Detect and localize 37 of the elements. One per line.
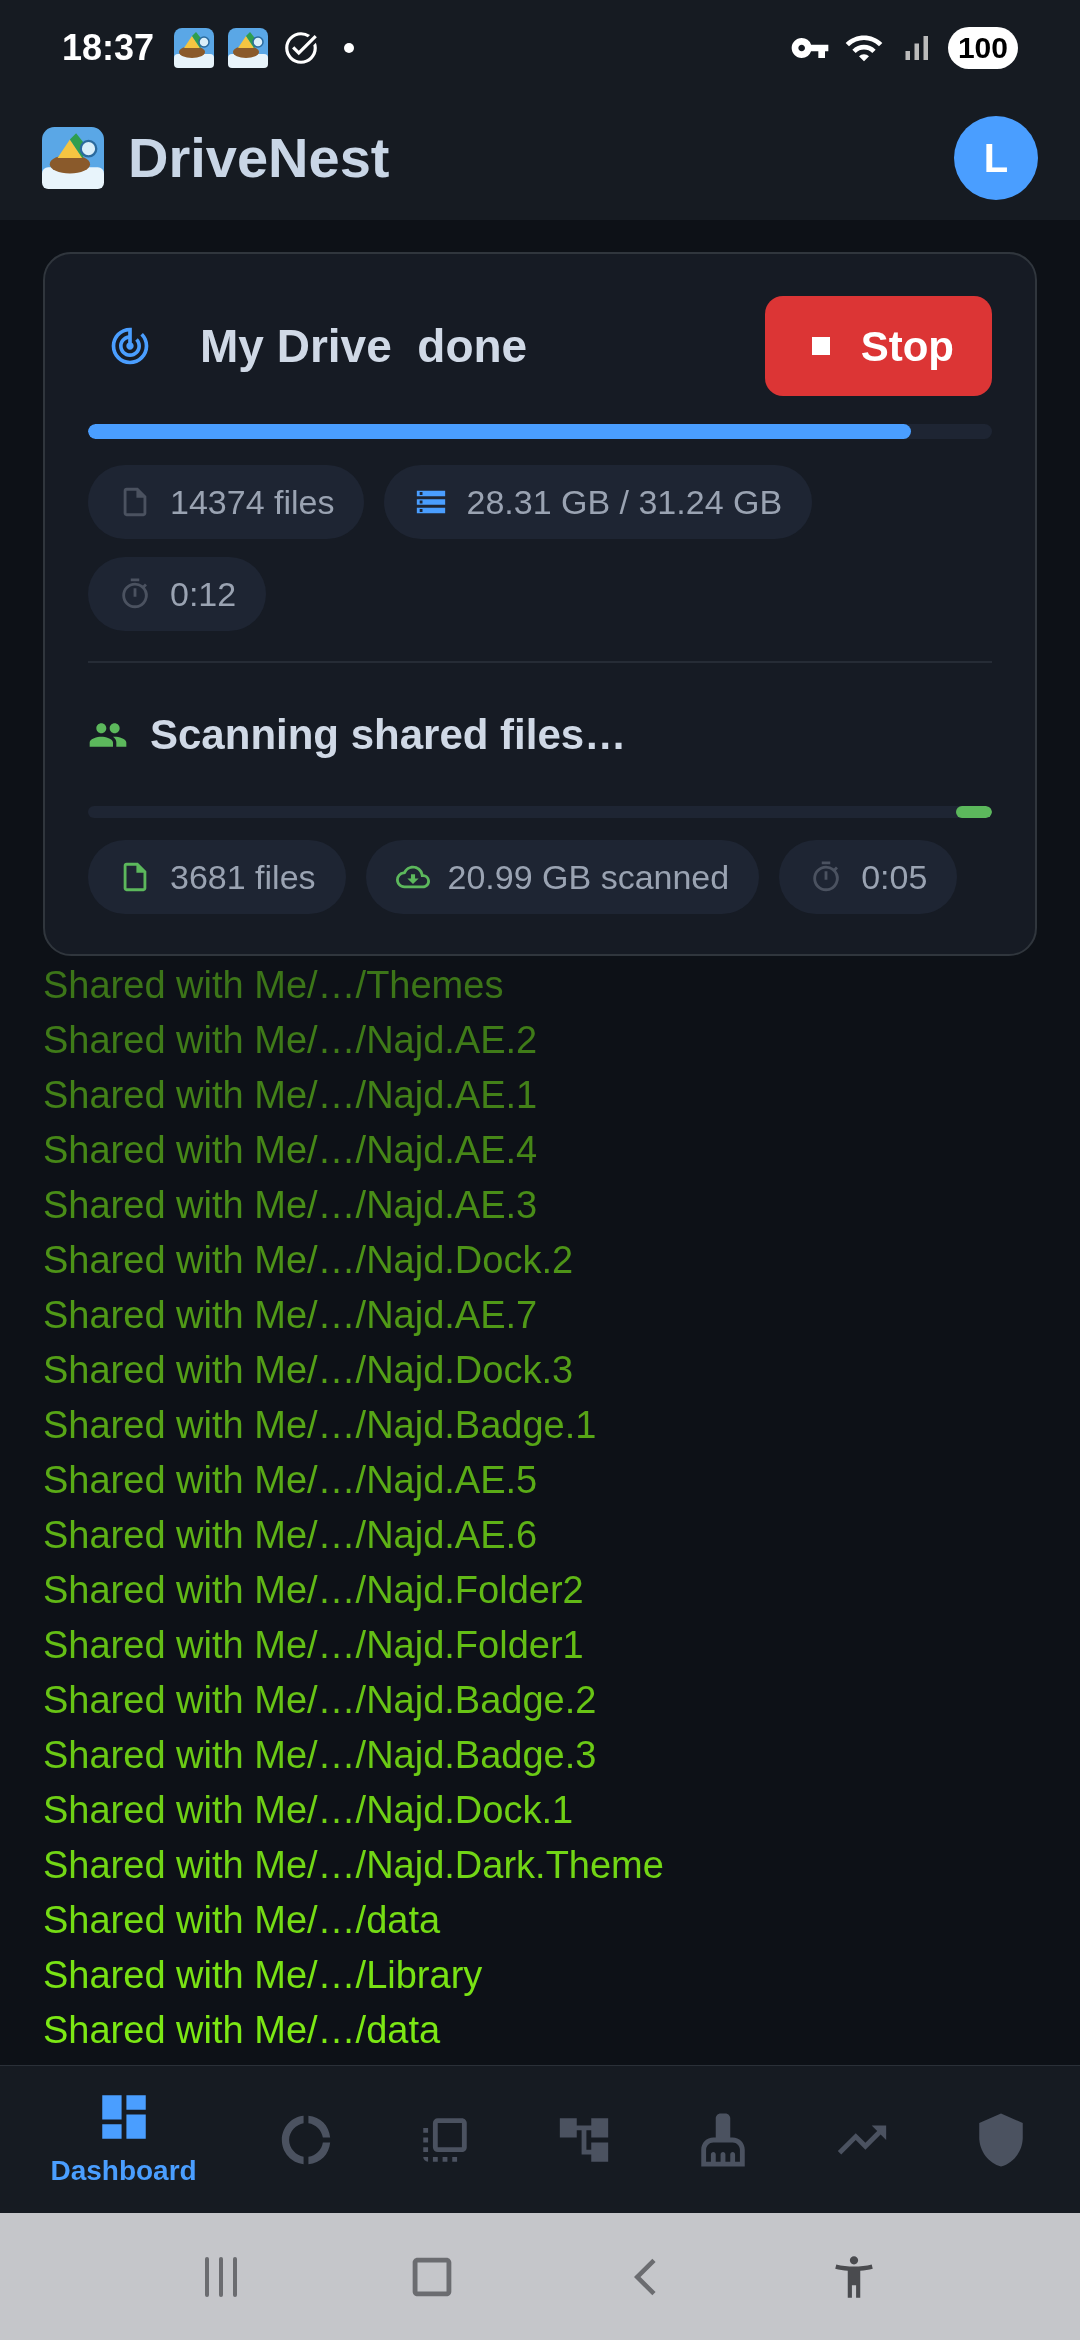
log-line: Shared with Me/…/Najd.AE.1 [43, 1073, 539, 1118]
log-line: Shared with Me/…/Najd.AE.5 [43, 1458, 539, 1503]
log-line: Shared with Me/…/Najd.Dock.2 [43, 1238, 575, 1283]
log-line: Shared with Me/…/Najd.Badge.1 [43, 1403, 598, 1448]
log-line: Shared with Me/…/Najd.Dock.1 [43, 1788, 575, 1833]
app-notification-icon [228, 27, 269, 68]
log-line: Shared with Me/…/data [43, 2008, 442, 2053]
shared-scan-title: Scanning shared files… [150, 710, 627, 760]
stat-text: 3681 files [170, 856, 316, 898]
app-notification-icon [174, 27, 215, 68]
log-line: Shared with Me/…/Najd.Folder2 [43, 1568, 585, 1613]
app-title: DriveNest [128, 124, 390, 191]
stat-text: 28.31 GB / 31.24 GB [466, 481, 783, 523]
battery-indicator: 100 [947, 26, 1018, 69]
log-line: Shared with Me/…/Najd.Dock.3 [43, 1348, 575, 1393]
stat-text: 0:12 [170, 573, 237, 615]
log-line: Shared with Me/…/Najd.Folder1 [43, 1623, 585, 1668]
log-line: Shared with Me/…/Najd.Badge.3 [43, 1733, 598, 1778]
stop-button[interactable]: Stop [764, 296, 992, 396]
log-line: Shared with Me/…/Najd.Dark.Theme [43, 1843, 665, 1888]
log-line: Shared with Me/…/Najd.Badge.2 [43, 1678, 598, 1723]
log-line: Shared with Me/…/Najd.AE.6 [43, 1513, 539, 1558]
log-line: Shared with Me/…/Najd.AE.2 [43, 1018, 539, 1063]
app-logo-icon [42, 126, 104, 189]
avatar-button[interactable]: L [954, 115, 1038, 200]
nav-tab[interactable]: Dashboard [50, 2087, 197, 2192]
log-line: Shared with Me/…/Najd.AE.4 [43, 1128, 539, 1173]
log-line: Shared with Me/…/Library [43, 1953, 484, 1998]
stat-text: 0:05 [861, 856, 928, 898]
clock: 18:37 [62, 25, 155, 70]
log-line: Shared with Me/…/Najd.AE.3 [43, 1183, 539, 1228]
stat-text: 20.99 GB scanned [447, 856, 730, 898]
log-line: Shared with Me/…/data [43, 1898, 442, 1943]
stat-text: 14374 files [170, 481, 335, 523]
drive-status-title: My Drive done [200, 318, 528, 374]
log-line: Shared with Me/…/Themes [43, 963, 505, 1008]
log-line: Shared with Me/…/Najd.AE.7 [43, 1293, 539, 1338]
